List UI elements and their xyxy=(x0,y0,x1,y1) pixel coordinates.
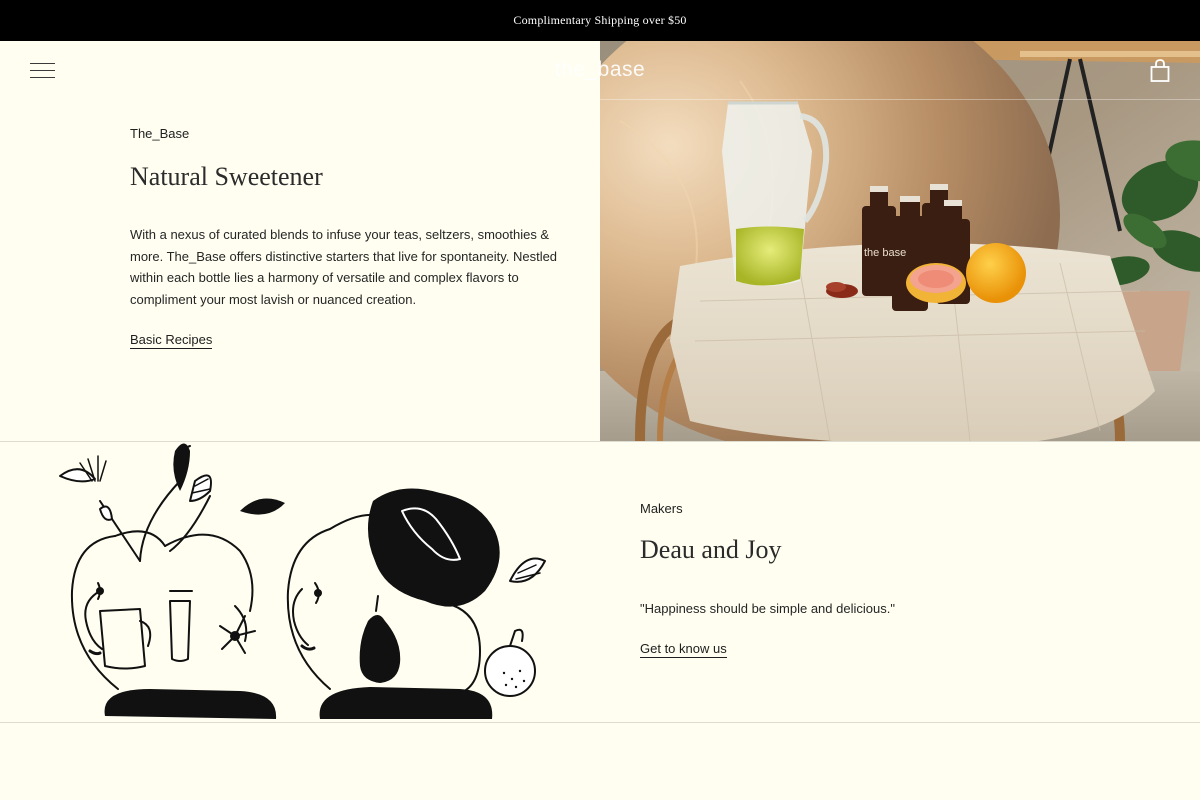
announcement-text: Complimentary Shipping over $50 xyxy=(513,13,687,27)
feature-eyebrow: The_Base xyxy=(130,126,190,141)
shopping-bag-icon[interactable] xyxy=(1150,59,1170,83)
makers-quote: "Happiness should be simple and deliciou… xyxy=(640,601,895,616)
product-photo: the base xyxy=(600,41,1200,441)
basic-recipes-link[interactable]: Basic Recipes xyxy=(130,332,213,349)
feature-text-panel: The_Base Natural Sweetener With a nexus … xyxy=(0,41,600,441)
announcement-bar: Complimentary Shipping over $50 xyxy=(0,0,1200,41)
feature-description: With a nexus of curated blends to infuse… xyxy=(130,227,558,308)
site-logo[interactable]: the_base xyxy=(550,58,650,84)
get-to-know-us-link[interactable]: Get to know us xyxy=(640,641,727,658)
section-divider-bottom xyxy=(0,722,1200,723)
makers-illustration xyxy=(40,441,560,722)
bottle-label: the base xyxy=(864,247,906,259)
makers-eyebrow: Makers xyxy=(640,501,683,516)
feature-title: Natural Sweetener xyxy=(130,162,323,191)
site-header: the_base xyxy=(0,41,1200,100)
makers-title: Deau and Joy xyxy=(640,535,782,564)
hamburger-menu-icon[interactable] xyxy=(30,63,55,79)
